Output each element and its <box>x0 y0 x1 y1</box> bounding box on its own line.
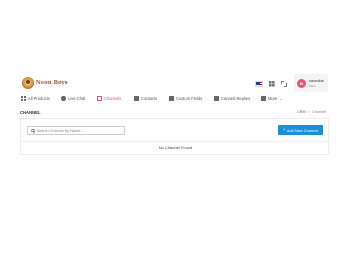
top-header: Neon Boys N navedkat Main <box>0 72 350 94</box>
nav-item-more[interactable]: More ⌄ <box>261 94 283 103</box>
search-icon <box>31 128 35 133</box>
breadcrumb-separator: > <box>307 110 310 114</box>
user-menu[interactable]: N navedkat Main <box>294 74 328 92</box>
brand-logo[interactable]: Neon Boys <box>22 76 68 90</box>
custom-fields-icon <box>169 96 174 101</box>
chat-bubble-icon <box>61 96 66 101</box>
logo-mark-icon <box>22 77 34 89</box>
nav-item-channels[interactable]: Channels <box>97 94 121 103</box>
canned-replies-icon <box>214 96 219 101</box>
avatar: N <box>297 78 306 88</box>
user-role: Main <box>309 83 316 88</box>
nav-item-live-chat[interactable]: Live Chat <box>61 94 85 103</box>
us-flag-icon[interactable] <box>255 80 263 87</box>
nav-item-all-products[interactable]: All Products <box>21 94 50 103</box>
add-new-channel-button[interactable]: + Add New Channel <box>278 125 323 135</box>
channel-list-card: + Add New Channel No Channel Found <box>20 118 330 155</box>
empty-state-message: No Channel Found <box>158 145 193 150</box>
fullscreen-icon[interactable] <box>281 80 287 87</box>
divider <box>21 141 330 142</box>
page-title: CHANNEL <box>20 110 41 115</box>
dashboard-icon <box>21 96 26 101</box>
search-input[interactable] <box>36 126 124 135</box>
channels-icon <box>97 96 102 101</box>
nav-item-contacts[interactable]: Contacts <box>134 94 157 103</box>
breadcrumb: CRM > Channel <box>297 110 326 114</box>
header-actions <box>255 79 287 88</box>
breadcrumb-root[interactable]: CRM <box>297 110 306 114</box>
user-name: navedkat <box>309 78 324 83</box>
contacts-icon <box>134 96 139 101</box>
nav-item-custom-fields[interactable]: Custom Fields <box>169 94 202 103</box>
chevron-down-icon: ⌄ <box>279 96 283 101</box>
more-icon <box>261 96 266 101</box>
nav-item-canned-replies[interactable]: Canned Replies <box>214 94 250 103</box>
breadcrumb-current: Channel <box>311 110 327 114</box>
search-box <box>27 126 125 135</box>
logo-text: Neon Boys <box>36 80 68 86</box>
apps-grid-icon[interactable] <box>269 80 275 87</box>
main-nav: All Products Live Chat Channels Contacts… <box>0 94 350 103</box>
plus-icon: + <box>282 126 286 132</box>
